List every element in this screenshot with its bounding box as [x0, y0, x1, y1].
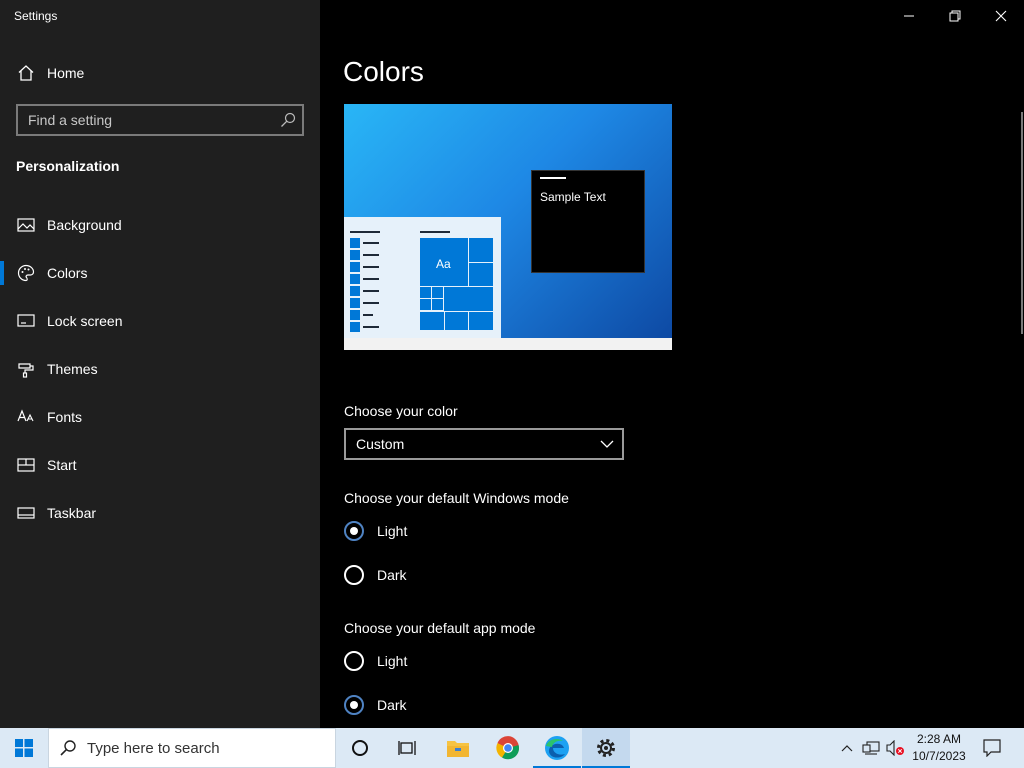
- radio-label: Dark: [377, 567, 407, 583]
- minimize-button[interactable]: [886, 0, 932, 32]
- sidebar-item-background[interactable]: Background: [0, 201, 320, 249]
- network-button[interactable]: [860, 728, 882, 768]
- brush-icon: [16, 359, 36, 379]
- windows-mode-dark-radio[interactable]: Dark: [344, 565, 407, 585]
- show-hidden-icons-button[interactable]: [838, 728, 856, 768]
- windows-mode-label: Choose your default Windows mode: [344, 490, 569, 506]
- task-view-button[interactable]: [384, 728, 432, 768]
- volume-muted-icon: [886, 740, 904, 756]
- sidebar-item-label: Lock screen: [47, 313, 123, 329]
- sidebar-item-start[interactable]: Start: [0, 441, 320, 489]
- main-content: Colors Aa Sample Text Choose your color …: [320, 0, 1024, 728]
- file-explorer-button[interactable]: [434, 728, 482, 768]
- chrome-icon: [496, 736, 520, 760]
- windows-mode-light-radio[interactable]: Light: [344, 521, 407, 541]
- minimize-icon: [904, 15, 914, 17]
- settings-icon: [597, 739, 615, 757]
- preview-taskbar: [344, 338, 672, 350]
- windows-logo-icon: [15, 739, 33, 757]
- app-title: Settings: [14, 9, 58, 23]
- palette-icon: [16, 263, 36, 283]
- sidebar-item-label: Colors: [47, 265, 88, 281]
- taskbar-clock[interactable]: 2:28 AM 10/7/2023: [906, 731, 972, 765]
- sidebar-item-colors[interactable]: Colors: [0, 249, 320, 297]
- sidebar-item-label: Background: [47, 217, 122, 233]
- chevron-down-icon: [600, 440, 614, 448]
- radio-label: Light: [377, 523, 408, 539]
- chevron-up-icon: [841, 745, 853, 752]
- sidebar-item-themes[interactable]: Themes: [0, 345, 320, 393]
- choose-color-label: Choose your color: [344, 403, 458, 419]
- taskbar-search-placeholder: Type here to search: [87, 739, 220, 757]
- taskbar-search[interactable]: Type here to search: [48, 728, 336, 768]
- volume-button[interactable]: [884, 728, 906, 768]
- clock-time: 2:28 AM: [916, 732, 962, 746]
- image-icon: [16, 215, 36, 235]
- start-icon: [16, 455, 36, 475]
- radio-circle: [344, 521, 364, 541]
- start-button[interactable]: [0, 728, 48, 768]
- edge-button[interactable]: [533, 728, 581, 768]
- sidebar: Settings Home Personalization Background…: [0, 0, 320, 728]
- settings-button[interactable]: [582, 728, 630, 768]
- nav-list: Background Colors Lock screen Themes Fon…: [0, 201, 320, 537]
- choose-color-dropdown[interactable]: Custom: [344, 428, 624, 460]
- task-view-icon: [398, 741, 416, 755]
- taskbar: Type here to search 2:28 AM 10/7/2023: [0, 728, 1024, 768]
- sidebar-item-fonts[interactable]: Fonts: [0, 393, 320, 441]
- section-heading: Personalization: [16, 158, 120, 174]
- preview-sample-text: Sample Text: [540, 190, 606, 204]
- lock-screen-icon: [16, 311, 36, 331]
- clock-date: 10/7/2023: [912, 749, 966, 763]
- fonts-icon: [16, 407, 36, 427]
- cortana-button[interactable]: [336, 728, 384, 768]
- color-preview: Aa Sample Text: [344, 104, 672, 350]
- restore-icon: [949, 10, 961, 22]
- file-explorer-icon: [447, 741, 469, 757]
- edge-icon: [545, 736, 569, 760]
- search-icon: [60, 740, 76, 756]
- sidebar-item-label: Fonts: [47, 409, 83, 425]
- nav-home[interactable]: Home: [0, 56, 320, 90]
- cortana-icon: [352, 740, 368, 756]
- settings-search-input[interactable]: [28, 112, 274, 128]
- sidebar-item-label: Themes: [47, 361, 98, 377]
- app-mode-dark-radio[interactable]: Dark: [344, 695, 407, 715]
- app-mode-label: Choose your default app mode: [344, 620, 536, 636]
- action-center-button[interactable]: [976, 728, 1008, 768]
- restore-button[interactable]: [932, 0, 978, 32]
- taskbar-icon: [16, 503, 36, 523]
- app-mode-light-radio[interactable]: Light: [344, 651, 407, 671]
- radio-circle: [344, 565, 364, 585]
- close-icon: [995, 10, 1007, 22]
- radio-circle: [344, 651, 364, 671]
- home-icon: [16, 63, 36, 83]
- close-button[interactable]: [978, 0, 1024, 32]
- preview-tile-text: Aa: [436, 257, 451, 271]
- chrome-button[interactable]: [484, 728, 532, 768]
- preview-start-menu: Aa: [344, 217, 501, 338]
- nav-home-label: Home: [47, 65, 85, 81]
- settings-search[interactable]: [16, 104, 304, 136]
- sidebar-item-label: Start: [47, 457, 77, 473]
- page-title: Colors: [343, 56, 424, 87]
- network-icon: [862, 741, 880, 755]
- sidebar-item-taskbar[interactable]: Taskbar: [0, 489, 320, 537]
- search-icon[interactable]: [274, 106, 302, 134]
- sidebar-item-label: Taskbar: [47, 505, 97, 521]
- radio-circle: [344, 695, 364, 715]
- notification-icon: [983, 739, 1001, 757]
- choose-color-value: Custom: [356, 436, 405, 452]
- scrollbar[interactable]: [1021, 112, 1023, 334]
- radio-label: Dark: [377, 697, 407, 713]
- radio-label: Light: [377, 653, 408, 669]
- sidebar-item-lock-screen[interactable]: Lock screen: [0, 297, 320, 345]
- preview-sample-window: Sample Text: [531, 170, 645, 273]
- window-controls: [886, 0, 1024, 32]
